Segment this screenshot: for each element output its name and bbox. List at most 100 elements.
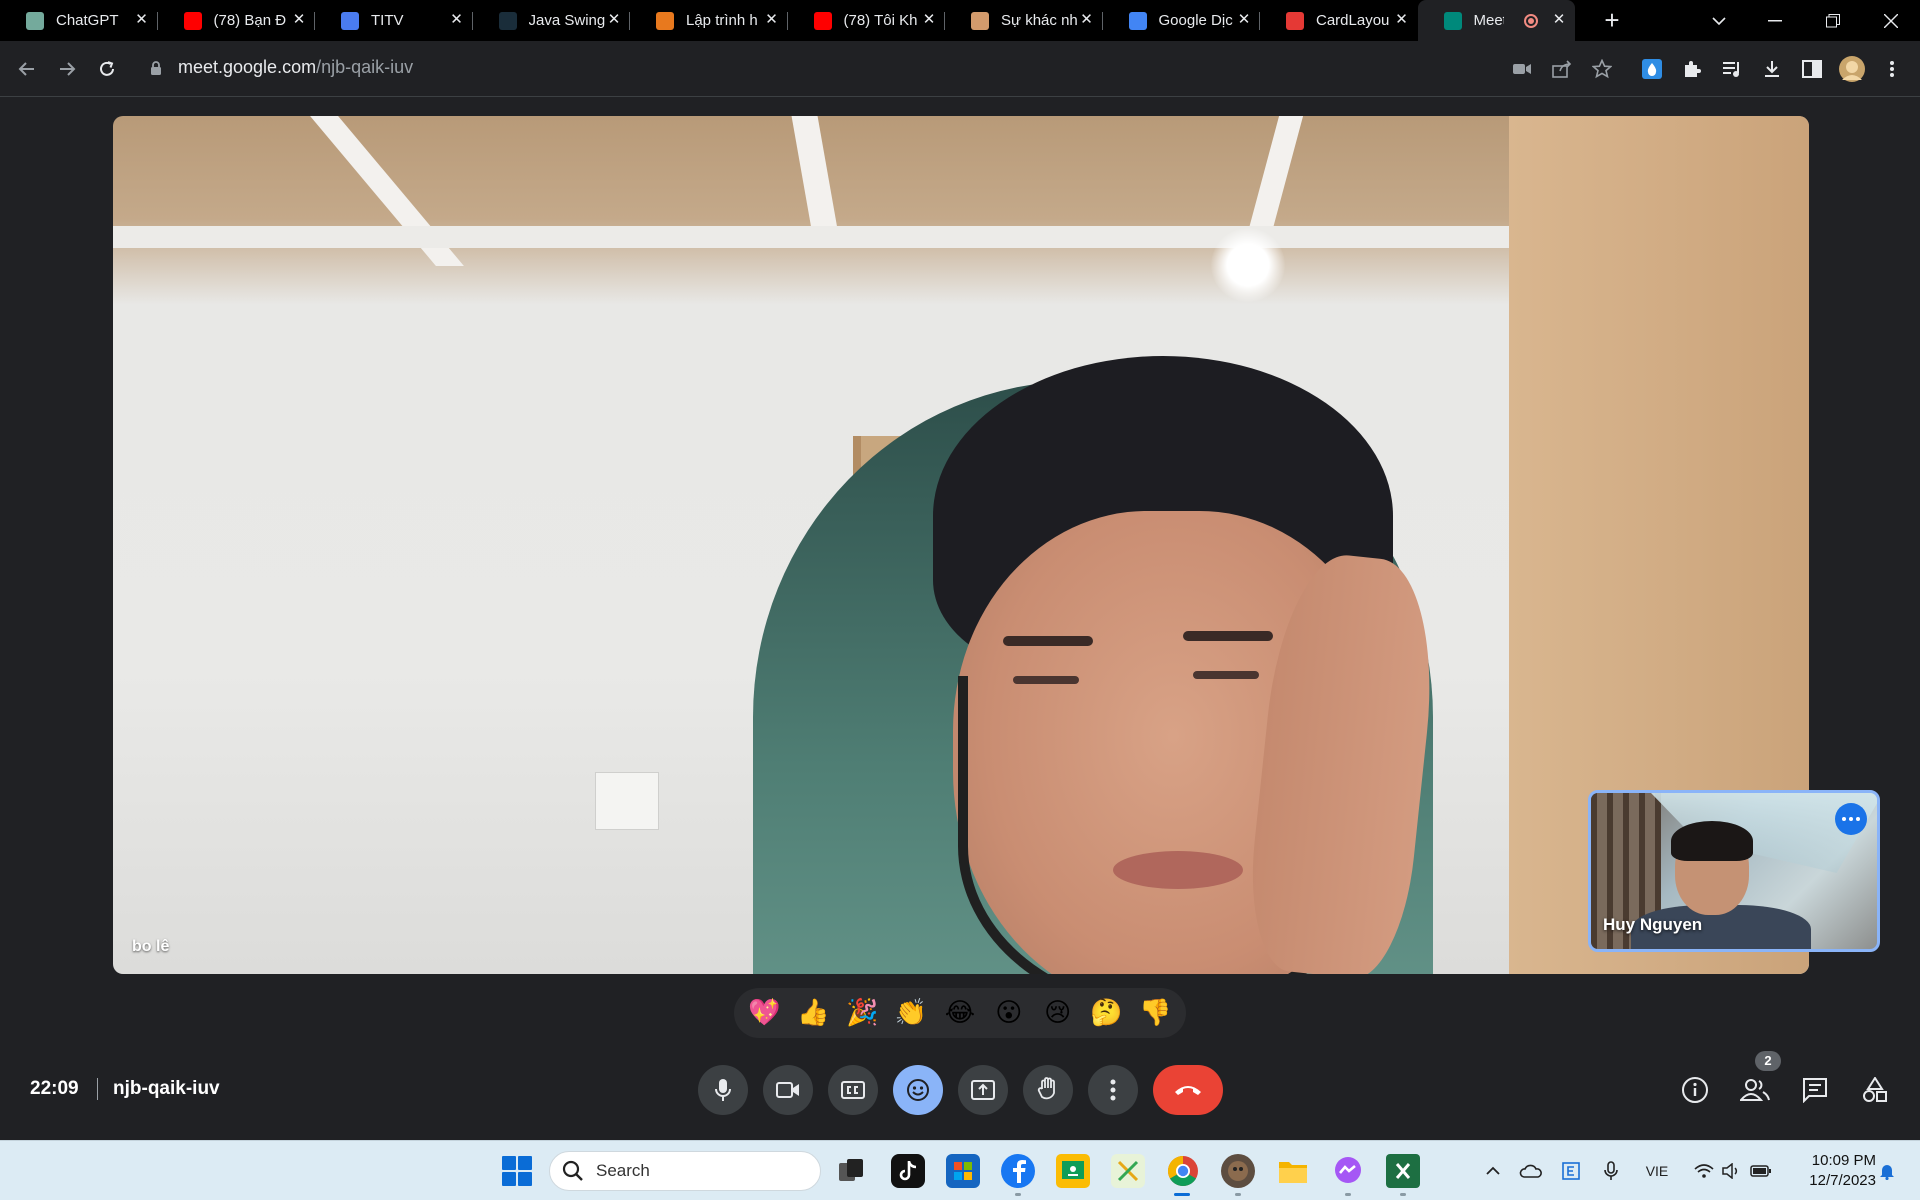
self-view-tile[interactable]: Huy Nguyen (1588, 790, 1880, 952)
activities-button[interactable] (1859, 1074, 1891, 1106)
browser-tab[interactable]: Java Swing ✕ (473, 0, 630, 41)
close-window-button[interactable] (1864, 0, 1918, 41)
reaction-emoji-button[interactable]: 👏 (889, 991, 933, 1035)
excel-app-icon[interactable] (1386, 1154, 1420, 1188)
tiktok-app-icon[interactable] (891, 1154, 925, 1188)
battery-icon[interactable] (1748, 1159, 1774, 1183)
wifi-icon[interactable] (1692, 1159, 1716, 1183)
self-view-more-options-button[interactable] (1835, 803, 1867, 835)
reactions-button[interactable] (893, 1065, 943, 1115)
ceiling-lamp (1211, 228, 1285, 302)
volume-icon[interactable] (1720, 1159, 1744, 1183)
notification-bell-icon[interactable] (1876, 1159, 1898, 1183)
close-tab-icon[interactable]: ✕ (606, 12, 622, 28)
close-tab-icon[interactable]: ✕ (1236, 12, 1252, 28)
side-panel-icon[interactable] (1798, 55, 1826, 83)
reload-button[interactable] (93, 55, 121, 83)
camera-in-use-icon[interactable] (1508, 55, 1536, 83)
browser-tab[interactable]: (78) Tôi Kh ✕ (788, 0, 945, 41)
task-view-icon[interactable] (834, 1154, 868, 1188)
close-tab-icon[interactable]: ✕ (291, 12, 307, 28)
taskbar-search-box[interactable]: Search (549, 1151, 821, 1191)
hand-icon (1037, 1077, 1055, 1100)
extension-drop-icon[interactable] (1638, 55, 1666, 83)
reaction-emoji-button[interactable]: 😢 (1036, 991, 1080, 1035)
browser-tab[interactable]: TITV ✕ (315, 0, 473, 41)
captions-button[interactable] (828, 1065, 878, 1115)
restore-window-button[interactable] (1806, 0, 1860, 41)
unikey-e-icon[interactable] (1558, 1159, 1584, 1183)
browser-tab[interactable]: Sự khác nh ✕ (945, 0, 1103, 41)
close-tab-icon[interactable]: ✕ (1394, 12, 1410, 28)
present-screen-button[interactable] (958, 1065, 1008, 1115)
ceiling-beam (113, 226, 1513, 248)
snipping-tool-icon[interactable] (1111, 1154, 1145, 1188)
microphone-in-use-icon[interactable] (1598, 1159, 1624, 1183)
bookmark-star-icon[interactable] (1588, 55, 1616, 83)
browser-tab[interactable]: Google Dịc ✕ (1103, 0, 1260, 41)
browser-tab-title: Sự khác nh (1001, 12, 1078, 29)
main-video-tile[interactable]: bo lê (113, 116, 1809, 974)
address-bar-url[interactable]: meet.google.com/njb-qaik-iuv (178, 57, 413, 78)
reaction-emoji-button[interactable]: 👍 (791, 991, 835, 1035)
taskbar-clock[interactable]: 10:09 PM 12/7/2023 (1796, 1151, 1876, 1191)
browser-tab-title: TITV (371, 12, 404, 29)
close-tab-icon[interactable]: ✕ (764, 12, 780, 28)
browser-tab[interactable]: (78) Bạn Đ ✕ (158, 0, 315, 41)
reaction-emoji-button[interactable]: 🎉 (840, 991, 884, 1035)
meeting-details-button[interactable] (1679, 1074, 1711, 1106)
meeting-code: njb-qaik-iuv (113, 1078, 220, 1099)
close-tab-icon[interactable]: ✕ (921, 12, 937, 28)
onedrive-icon[interactable] (1518, 1159, 1544, 1183)
meeting-time: 22:09 (30, 1078, 79, 1099)
more-options-button[interactable] (1088, 1065, 1138, 1115)
browser-tab[interactable]: Meet - ✕ (1417, 0, 1575, 41)
back-button[interactable] (13, 55, 41, 83)
people-button[interactable] (1739, 1074, 1771, 1106)
taskbar-running-indicator (1015, 1193, 1021, 1196)
chat-button[interactable] (1799, 1074, 1831, 1106)
media-controls-icon[interactable] (1718, 55, 1746, 83)
reaction-emoji-button[interactable]: 👎 (1133, 991, 1177, 1035)
profile-avatar[interactable] (1838, 55, 1866, 83)
browser-menu-icon[interactable] (1878, 55, 1906, 83)
leave-call-button[interactable] (1153, 1065, 1223, 1115)
new-tab-button[interactable]: + (1598, 6, 1626, 34)
close-tab-icon[interactable]: ✕ (1079, 12, 1095, 28)
people-icon (1740, 1079, 1770, 1101)
messenger-app-icon[interactable] (1331, 1154, 1365, 1188)
extensions-puzzle-icon[interactable] (1678, 55, 1706, 83)
file-explorer-icon[interactable] (1276, 1154, 1310, 1188)
browser-tab[interactable]: Lập trình h ✕ (630, 0, 788, 41)
input-language-indicator[interactable]: VIE (1640, 1159, 1674, 1183)
reaction-emoji-button[interactable]: 😮 (987, 991, 1031, 1035)
browser-tab[interactable]: CardLayou ✕ (1260, 0, 1418, 41)
microsoft-store-icon[interactable] (946, 1154, 980, 1188)
microphone-button[interactable] (698, 1065, 748, 1115)
google-classroom-icon[interactable] (1056, 1154, 1090, 1188)
minimize-window-button[interactable] (1748, 0, 1802, 41)
windows-start-button[interactable] (502, 1156, 532, 1186)
camera-button[interactable] (763, 1065, 813, 1115)
chrome-app-icon[interactable] (1166, 1154, 1200, 1188)
participant-brow (1183, 631, 1273, 641)
reaction-emoji-button[interactable]: 🤔 (1085, 991, 1129, 1035)
microphone-icon (715, 1079, 731, 1101)
download-icon[interactable] (1758, 55, 1786, 83)
close-tab-icon[interactable]: ✕ (449, 12, 465, 28)
close-tab-icon[interactable]: ✕ (134, 12, 150, 28)
raise-hand-button[interactable] (1023, 1065, 1073, 1115)
show-hidden-icons-chevron-icon[interactable] (1482, 1159, 1504, 1183)
close-tab-icon[interactable]: ✕ (1551, 12, 1567, 28)
facebook-app-icon[interactable] (1001, 1154, 1035, 1188)
avatar-icon (971, 11, 989, 30)
reaction-emoji-button[interactable]: 💖 (742, 991, 786, 1035)
game-app-icon[interactable] (1221, 1154, 1255, 1188)
reaction-emoji-button[interactable]: 😂 (938, 991, 982, 1035)
tab-search-chevron-icon[interactable] (1692, 0, 1746, 41)
forward-button[interactable] (53, 55, 81, 83)
share-icon[interactable] (1548, 55, 1576, 83)
browser-tab[interactable]: ChatGPT ✕ (0, 0, 158, 41)
smiley-icon (907, 1079, 929, 1101)
lock-icon[interactable] (150, 60, 162, 81)
